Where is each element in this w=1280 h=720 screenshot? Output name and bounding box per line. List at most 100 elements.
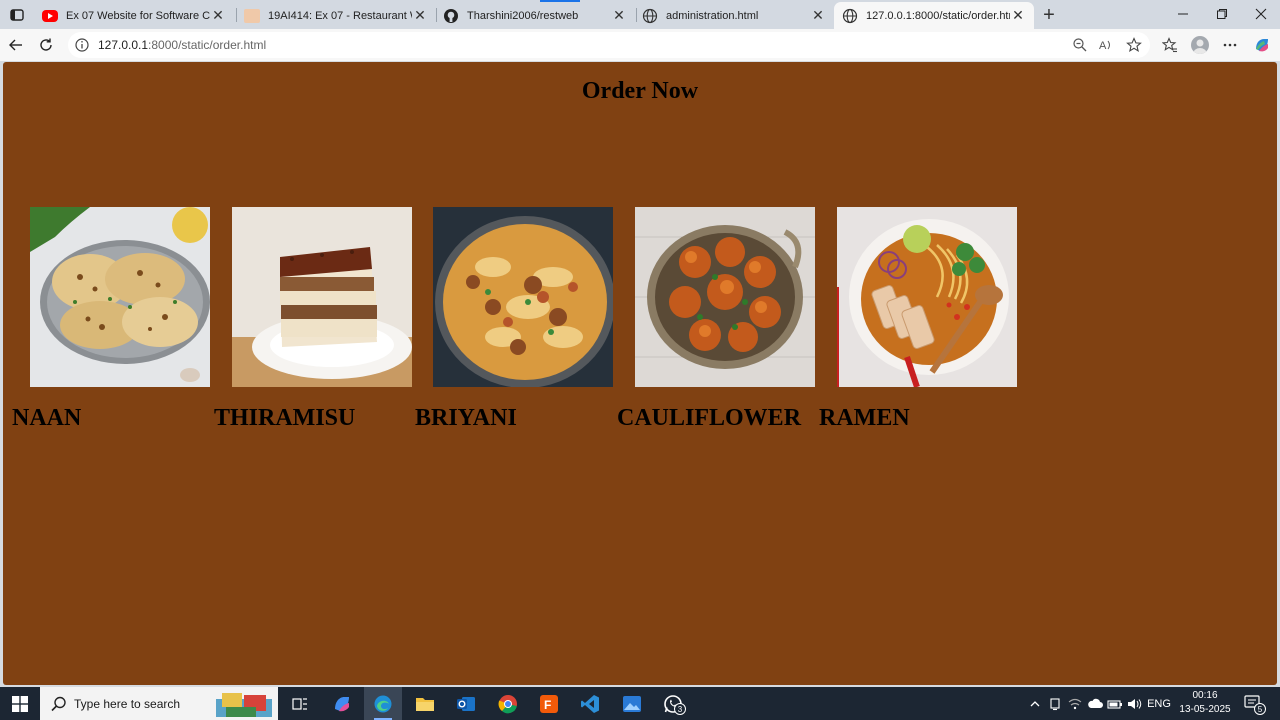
dish-name: RAMEN	[819, 405, 910, 431]
task-view-icon	[292, 697, 307, 710]
battery-icon	[1107, 699, 1122, 709]
close-icon	[1255, 8, 1267, 20]
browser-toolbar: 127.0.0.1:8000/static/order.html A	[0, 29, 1280, 61]
tab-youtube[interactable]: Ex 07 Website for Software Comp ✕	[34, 2, 234, 29]
copilot-icon	[1256, 39, 1268, 52]
url-path: :8000/static/order.html	[148, 38, 267, 52]
tab-administration[interactable]: administration.html ✕	[634, 2, 834, 29]
search-placeholder: Type here to search	[74, 696, 181, 711]
tab-restaurant-website[interactable]: 19AI414: Ex 07 - Restaurant Webs ✕	[236, 2, 436, 29]
task-view-button[interactable]	[281, 687, 319, 720]
site-favicon-icon	[244, 8, 260, 23]
close-tab-icon[interactable]: ✕	[1010, 7, 1026, 24]
back-button[interactable]	[4, 33, 28, 57]
tab-actions-button[interactable]	[4, 2, 30, 28]
search-icon	[51, 696, 66, 711]
refresh-icon	[40, 38, 52, 51]
close-window-button[interactable]	[1242, 2, 1280, 26]
close-tab-icon[interactable]: ✕	[210, 7, 226, 24]
tab-strip: Ex 07 Website for Software Comp ✕ 19AI41…	[0, 0, 1280, 29]
flash-app-icon: F	[540, 694, 558, 713]
ramen-image[interactable]	[837, 207, 1017, 387]
site-info-icon[interactable]	[74, 37, 90, 53]
outlook-icon	[457, 696, 475, 711]
page-viewport: Order Now NAAN THIRAMISU BRIYANI CAULIFL…	[3, 62, 1277, 685]
device-icon	[1050, 697, 1060, 710]
file-explorer-button[interactable]	[406, 687, 444, 720]
settings-more-button[interactable]	[1221, 36, 1239, 54]
minimize-icon	[1178, 13, 1188, 15]
copilot-button[interactable]	[1253, 36, 1271, 54]
tab-title: 19AI414: Ex 07 - Restaurant Webs	[268, 9, 412, 22]
close-tab-icon[interactable]: ✕	[611, 7, 627, 24]
copilot-icon	[335, 696, 349, 711]
zoom-icon[interactable]	[1072, 37, 1088, 53]
whatsapp-unread-badge: 3	[674, 703, 686, 715]
tab-title: 127.0.0.1:8000/static/order.html	[866, 9, 1010, 22]
read-aloud-icon[interactable]: A	[1098, 37, 1114, 53]
page-title: Order Now	[581, 78, 699, 104]
device-tray-button[interactable]	[1046, 687, 1064, 720]
edge-taskbar-button[interactable]	[364, 687, 402, 720]
chrome-button[interactable]	[489, 687, 527, 720]
tab-title: administration.html	[666, 9, 759, 22]
naan-image[interactable]	[30, 207, 210, 387]
search-highlight-art-icon	[216, 693, 272, 717]
tab-github-restweb[interactable]: Tharshini2006/restweb ✕	[435, 2, 635, 29]
more-dots-icon	[1223, 43, 1237, 47]
battery-tray-button[interactable]	[1106, 687, 1124, 720]
restore-icon	[1217, 9, 1227, 19]
edge-browser-icon	[374, 695, 392, 712]
briyani-image[interactable]	[433, 207, 613, 387]
person-icon	[1193, 39, 1207, 54]
cauliflower-image[interactable]	[635, 207, 815, 387]
favorite-star-icon[interactable]	[1126, 37, 1142, 53]
github-icon	[444, 8, 458, 23]
globe-icon	[642, 8, 658, 23]
photos-icon	[623, 695, 641, 712]
network-tray-button[interactable]	[1066, 687, 1084, 720]
tab-order-page[interactable]: 127.0.0.1:8000/static/order.html ✕	[834, 2, 1034, 29]
flash-app-button[interactable]: F	[530, 687, 568, 720]
vscode-icon	[581, 694, 599, 713]
favorites-button[interactable]	[1161, 36, 1179, 54]
show-hidden-icons-button[interactable]	[1026, 687, 1044, 720]
chrome-icon	[498, 694, 517, 713]
copilot-taskbar-button[interactable]	[323, 687, 361, 720]
profile-avatar[interactable]	[1191, 36, 1209, 54]
thiramisu-image[interactable]	[232, 207, 412, 387]
chevron-up-icon	[1030, 700, 1040, 706]
photos-app-button[interactable]	[613, 687, 651, 720]
wifi-icon	[1068, 698, 1082, 709]
tab-loading-indicator	[540, 0, 580, 2]
cloud-icon	[1088, 698, 1103, 708]
svg-text:F: F	[544, 698, 551, 712]
outlook-button[interactable]	[447, 687, 485, 720]
youtube-icon	[42, 9, 58, 22]
language-indicator[interactable]: ENG	[1146, 687, 1172, 720]
notification-center-button[interactable]: 5	[1244, 695, 1266, 715]
new-tab-button[interactable]: +	[1038, 4, 1060, 26]
whatsapp-button[interactable]: 3	[654, 687, 692, 720]
plus-icon: +	[1043, 3, 1055, 26]
system-clock[interactable]: 00:16 13-05-2025	[1170, 689, 1240, 717]
tab-title: Ex 07 Website for Software Comp	[66, 9, 210, 22]
restore-button[interactable]	[1203, 2, 1241, 26]
volume-tray-button[interactable]	[1126, 687, 1144, 720]
dish-name: THIRAMISU	[214, 405, 356, 431]
dish-name: BRIYANI	[415, 405, 517, 431]
close-tab-icon[interactable]: ✕	[810, 7, 826, 24]
windows-taskbar: Type here to search F 3 ENG 00:16 13-05-…	[0, 687, 1280, 720]
url-text: 127.0.0.1:8000/static/order.html	[98, 38, 266, 52]
tab-actions-icon	[10, 9, 24, 21]
close-tab-icon[interactable]: ✕	[412, 7, 428, 24]
refresh-button[interactable]	[34, 33, 58, 57]
start-button[interactable]	[0, 687, 40, 720]
vscode-button[interactable]	[571, 687, 609, 720]
address-bar[interactable]: 127.0.0.1:8000/static/order.html A	[68, 32, 1150, 58]
onedrive-tray-button[interactable]	[1086, 687, 1104, 720]
taskbar-search-box[interactable]: Type here to search	[40, 687, 278, 720]
arrow-left-icon	[9, 39, 22, 51]
minimize-button[interactable]	[1164, 2, 1202, 26]
windows-logo-icon	[12, 695, 28, 712]
